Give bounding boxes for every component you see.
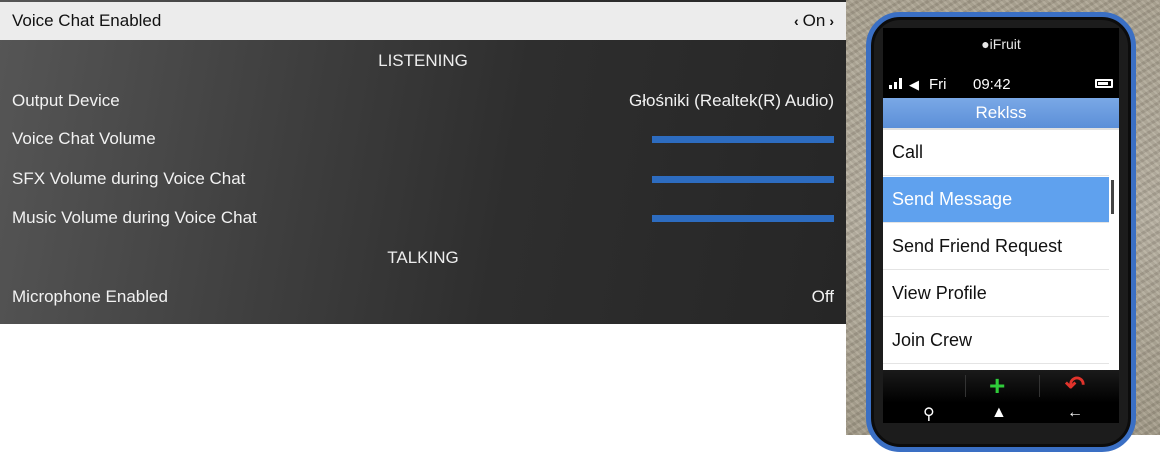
home-icon[interactable]: ▲ [991,404,1007,422]
phone-screen: ●iFruit ◀ Fri 09:42 Reklss Call Send Mes… [883,28,1119,423]
phone-brand: ●iFruit [883,36,1119,52]
plus-icon[interactable]: + [989,372,1005,400]
menu-item-call[interactable]: Call [883,130,1109,176]
apple-fruit-icon: ● [981,36,990,52]
phone-softkeys: + ↶ [883,370,1119,403]
sfx-volume-slider[interactable] [652,175,834,183]
voice-chat-enabled-value: On [802,11,826,30]
sfx-volume-row[interactable]: SFX Volume during Voice Chat [0,160,846,198]
softkey-divider [1039,375,1040,397]
phone-status-bar: ◀ Fri 09:42 [889,76,1115,94]
menu-scrollbar[interactable] [1111,180,1114,214]
menu-item-view-profile[interactable]: View Profile [883,271,1109,317]
back-arrow-icon[interactable]: ← [1067,404,1083,422]
voice-chat-enabled-selector[interactable]: ‹ On › [794,11,834,31]
chevron-left-icon[interactable]: ‹ [794,13,799,29]
listening-section-header: LISTENING [378,51,468,70]
menu-item-send-message[interactable]: Send Message [883,177,1109,223]
contact-action-menu: Call Send Message Send Friend Request Vi… [883,130,1119,370]
status-time: 09:42 [973,76,1011,93]
voice-chat-enabled-row[interactable]: Voice Chat Enabled ‹ On › [0,2,846,40]
battery-icon [1095,79,1113,88]
signal-icon [889,78,902,89]
talking-section-header: TALKING [387,248,459,267]
menu-item-join-crew[interactable]: Join Crew [883,318,1109,364]
microphone-enabled-label: Microphone Enabled [12,287,168,306]
music-volume-row[interactable]: Music Volume during Voice Chat [0,199,846,237]
sfx-volume-label: SFX Volume during Voice Chat [12,169,246,188]
voice-chat-volume-slider[interactable] [652,135,834,143]
output-device-row[interactable]: Output Device Głośniki (Realtek(R) Audio… [0,82,846,120]
microphone-enabled-row[interactable]: Microphone Enabled Off [0,278,846,316]
voice-chat-enabled-label: Voice Chat Enabled [12,11,162,30]
network-icon: ◀ [909,77,919,92]
output-device-label: Output Device [12,91,120,110]
contact-name-header: Reklss [883,98,1119,130]
voice-chat-settings-panel: Voice Chat Enabled ‹ On › LISTENING Outp… [0,0,846,324]
brand-label: iFruit [989,36,1021,52]
phone-nav-bar: ⚲ ▲ ← [883,403,1119,423]
music-volume-slider[interactable] [652,214,834,222]
chevron-right-icon[interactable]: › [829,13,834,29]
music-volume-label: Music Volume during Voice Chat [12,208,257,227]
output-device-value: Głośniki (Realtek(R) Audio) [628,91,834,110]
menu-item-send-friend-request[interactable]: Send Friend Request [883,224,1109,270]
undo-arrow-icon[interactable]: ↶ [1065,374,1085,398]
search-icon[interactable]: ⚲ [923,404,935,423]
microphone-enabled-value: Off [811,287,834,306]
voice-chat-volume-row[interactable]: Voice Chat Volume [0,120,846,158]
voice-chat-volume-label: Voice Chat Volume [12,129,156,148]
softkey-divider [965,375,966,397]
status-day: Fri [929,76,947,93]
